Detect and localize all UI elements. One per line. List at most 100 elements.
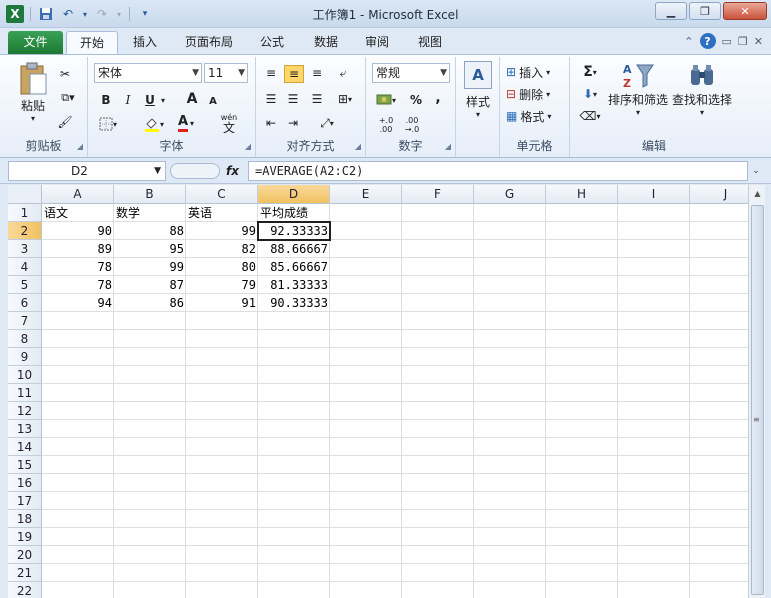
cell-C5[interactable]: 79	[186, 276, 258, 294]
tab-insert[interactable]: 插入	[125, 31, 165, 54]
row-header-22[interactable]: 22	[8, 582, 42, 598]
tab-file[interactable]: 文件	[8, 31, 63, 54]
format-painter-icon[interactable]: 🖌	[56, 113, 74, 131]
font-name-combo[interactable]: 宋体 ▼	[94, 63, 202, 83]
help-icon[interactable]: ?	[699, 33, 716, 49]
cell-B5[interactable]: 87	[114, 276, 186, 294]
grow-font-button[interactable]: A	[184, 89, 200, 109]
cell-C2[interactable]: 99	[186, 222, 258, 240]
comma-style-button[interactable]: ,	[430, 89, 446, 107]
row-header-2[interactable]: 2	[8, 222, 42, 240]
row-header-4[interactable]: 4	[8, 258, 42, 276]
accounting-format-icon[interactable]: ▾	[372, 91, 400, 109]
cell-A3[interactable]: 89	[42, 240, 114, 258]
phonetic-guide-button[interactable]: wén 文	[214, 111, 244, 135]
column-header-I[interactable]: I	[618, 185, 690, 204]
workbook-minimize-icon[interactable]: ▭	[722, 35, 732, 48]
cut-icon[interactable]: ✂	[56, 65, 74, 83]
find-select-button[interactable]: 查找和选择 ▾	[670, 61, 734, 117]
row-header-18[interactable]: 18	[8, 510, 42, 528]
row-header-13[interactable]: 13	[8, 420, 42, 438]
select-all-corner[interactable]	[8, 185, 42, 204]
percent-style-button[interactable]: %	[408, 91, 424, 109]
fill-button[interactable]: ⬇ ▾	[576, 85, 604, 103]
row-header-10[interactable]: 10	[8, 366, 42, 384]
row-header-9[interactable]: 9	[8, 348, 42, 366]
styles-button[interactable]: A 样式 ▾	[462, 61, 494, 119]
column-header-E[interactable]: E	[330, 185, 402, 204]
number-launcher-icon[interactable]: ◢	[445, 142, 451, 151]
row-header-6[interactable]: 6	[8, 294, 42, 312]
delete-cells-button[interactable]: ⊟ 删除 ▾	[506, 85, 566, 103]
clear-button[interactable]: ⌫ ▾	[576, 107, 604, 125]
cell-C1[interactable]: 英语	[186, 204, 258, 222]
format-cells-button[interactable]: ▦ 格式 ▾	[506, 107, 566, 125]
cell-A2[interactable]: 90	[42, 222, 114, 240]
font-size-combo[interactable]: 11 ▼	[204, 63, 248, 83]
cell-D6[interactable]: 90.33333	[258, 294, 330, 312]
cell-D1[interactable]: 平均成绩	[258, 204, 330, 222]
row-header-1[interactable]: 1	[8, 204, 42, 222]
name-box[interactable]: D2 ▼	[8, 161, 166, 181]
row-header-3[interactable]: 3	[8, 240, 42, 258]
cell-A1[interactable]: 语文	[42, 204, 114, 222]
increase-indent-icon[interactable]: ⇥	[284, 115, 302, 131]
autosum-button[interactable]: Σ ▾	[576, 63, 604, 81]
column-header-B[interactable]: B	[114, 185, 186, 204]
cell-D4[interactable]: 85.66667	[258, 258, 330, 276]
alignment-launcher-icon[interactable]: ◢	[355, 142, 361, 151]
paste-button[interactable]: 粘贴 ▾	[12, 61, 54, 123]
tab-review[interactable]: 审阅	[357, 31, 397, 54]
restore-button[interactable]: ❐	[689, 2, 721, 20]
row-header-20[interactable]: 20	[8, 546, 42, 564]
fill-color-icon[interactable]: ▾	[140, 115, 168, 133]
column-header-G[interactable]: G	[474, 185, 546, 204]
expand-formula-bar-icon[interactable]: ⌄	[749, 162, 763, 180]
column-header-A[interactable]: A	[42, 185, 114, 204]
decrease-indent-icon[interactable]: ⇤	[262, 115, 280, 131]
shrink-font-button[interactable]: A	[206, 92, 220, 110]
cell-A4[interactable]: 78	[42, 258, 114, 276]
cell-C6[interactable]: 91	[186, 294, 258, 312]
underline-dropdown-icon[interactable]: ▾	[158, 91, 168, 109]
cell-B2[interactable]: 88	[114, 222, 186, 240]
tab-page-layout[interactable]: 页面布局	[178, 31, 240, 54]
cell-A5[interactable]: 78	[42, 276, 114, 294]
cell-B3[interactable]: 95	[114, 240, 186, 258]
scroll-up-icon[interactable]: ▲	[749, 185, 766, 201]
align-middle-icon[interactable]: ≡	[284, 65, 304, 83]
cell-C3[interactable]: 82	[186, 240, 258, 258]
increase-decimal-button[interactable]: +.0 .00	[374, 115, 398, 135]
vertical-scrollbar[interactable]: ▲ ≡	[748, 185, 765, 598]
merge-center-icon[interactable]: ⊞ ▾	[332, 91, 358, 107]
minimize-ribbon-icon[interactable]: ⌃	[684, 35, 693, 48]
decrease-decimal-button[interactable]: .00 →.0	[400, 115, 424, 135]
row-header-11[interactable]: 11	[8, 384, 42, 402]
tab-view[interactable]: 视图	[410, 31, 450, 54]
bold-button[interactable]: B	[98, 91, 114, 109]
borders-icon[interactable]: ▾	[96, 115, 120, 133]
tab-data[interactable]: 数据	[306, 31, 346, 54]
scroll-thumb[interactable]	[751, 205, 764, 595]
row-header-19[interactable]: 19	[8, 528, 42, 546]
workbook-close-icon[interactable]: ✕	[754, 35, 763, 48]
sort-filter-button[interactable]: AZ 排序和筛选 ▾	[606, 61, 670, 117]
row-header-14[interactable]: 14	[8, 438, 42, 456]
tab-home[interactable]: 开始	[66, 31, 118, 54]
cell-B6[interactable]: 86	[114, 294, 186, 312]
column-header-C[interactable]: C	[186, 185, 258, 204]
wrap-text-icon[interactable]: ⤶	[334, 65, 352, 81]
column-header-D[interactable]: D	[258, 185, 330, 204]
align-center-icon[interactable]: ☰	[284, 91, 302, 107]
cell-B1[interactable]: 数学	[114, 204, 186, 222]
formula-input[interactable]: =AVERAGE(A2:C2)	[248, 161, 748, 181]
workbook-restore-icon[interactable]: ❐	[738, 35, 748, 48]
column-header-H[interactable]: H	[546, 185, 618, 204]
insert-cells-button[interactable]: ⊞ 插入 ▾	[506, 63, 566, 81]
cell-A6[interactable]: 94	[42, 294, 114, 312]
cell-C4[interactable]: 80	[186, 258, 258, 276]
minimize-button[interactable]: ▁	[655, 2, 687, 20]
row-header-21[interactable]: 21	[8, 564, 42, 582]
insert-function-icon[interactable]: fx	[226, 161, 239, 181]
column-header-F[interactable]: F	[402, 185, 474, 204]
